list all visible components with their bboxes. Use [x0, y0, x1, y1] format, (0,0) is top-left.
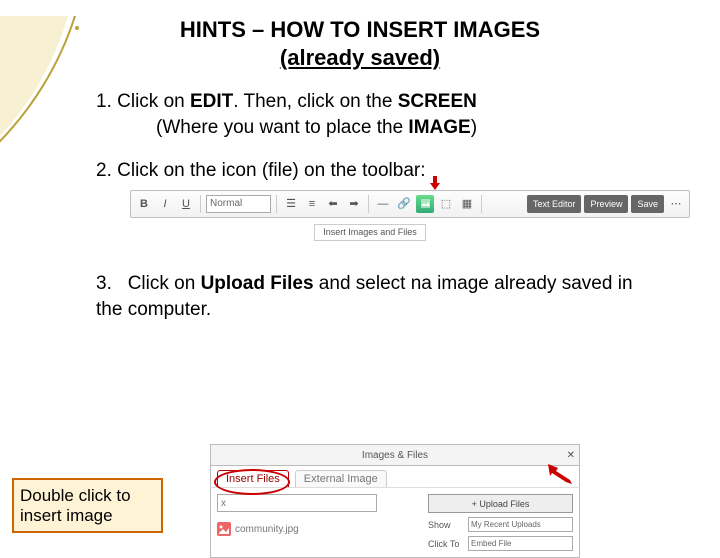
- table-icon: ▦: [458, 195, 476, 213]
- insert-images-tooltip: Insert Images and Files: [314, 224, 426, 241]
- red-circle-annotation: [214, 469, 290, 495]
- save-button: Save: [631, 195, 664, 213]
- step-1: 1. Click on EDIT. Then, click on the SCR…: [96, 89, 660, 140]
- clickto-select: Embed File: [468, 536, 573, 551]
- underline-button: U: [177, 195, 195, 213]
- bold-button: B: [135, 195, 153, 213]
- red-arrow-icon: [430, 176, 440, 190]
- toolbar-screenshot: B I U Normal ☰ ≡ ⬅ ➡ — 🔗 ⬚ ▦: [130, 190, 690, 241]
- step-2: 2. Click on the icon (file) on the toolb…: [96, 158, 660, 241]
- hr-icon: —: [374, 195, 392, 213]
- preview-button: Preview: [584, 195, 628, 213]
- title-line1: HINTS – HOW TO INSERT IMAGES: [0, 16, 720, 44]
- indent-icon: ➡: [345, 195, 363, 213]
- modal-header: Images & Files ✕: [210, 444, 580, 466]
- text-editor-button: Text Editor: [527, 195, 582, 213]
- widget-icon: ⬚: [437, 195, 455, 213]
- file-item: community.jpg: [217, 522, 420, 536]
- insert-file-icon: [416, 195, 434, 213]
- image-file-icon: [217, 522, 231, 536]
- upload-files-button: + Upload Files: [428, 494, 573, 513]
- italic-button: I: [156, 195, 174, 213]
- page-title: HINTS – HOW TO INSERT IMAGES (already sa…: [0, 16, 720, 71]
- tab-external-image: External Image: [295, 470, 387, 487]
- link-icon: 🔗: [395, 195, 413, 213]
- more-icon: ⋯: [667, 195, 685, 213]
- list-number-icon: ≡: [303, 195, 321, 213]
- callout-double-click: Double click to insert image: [12, 478, 163, 533]
- slide-decoration: [0, 16, 100, 556]
- outdent-icon: ⬅: [324, 195, 342, 213]
- red-arrow-diagonal-icon: [548, 464, 572, 484]
- show-select: My Recent Uploads: [468, 517, 573, 532]
- upload-modal-screenshot: Images & Files ✕ Insert Files External I…: [210, 444, 580, 558]
- steps-container: 1. Click on EDIT. Then, click on the SCR…: [96, 89, 660, 322]
- search-input: x: [217, 494, 377, 512]
- style-dropdown: Normal: [206, 195, 271, 213]
- step-3: 3. Click on Upload Files and select na i…: [96, 271, 660, 322]
- title-line2: (already saved): [0, 44, 720, 72]
- close-icon: ✕: [567, 450, 575, 461]
- list-bullet-icon: ☰: [282, 195, 300, 213]
